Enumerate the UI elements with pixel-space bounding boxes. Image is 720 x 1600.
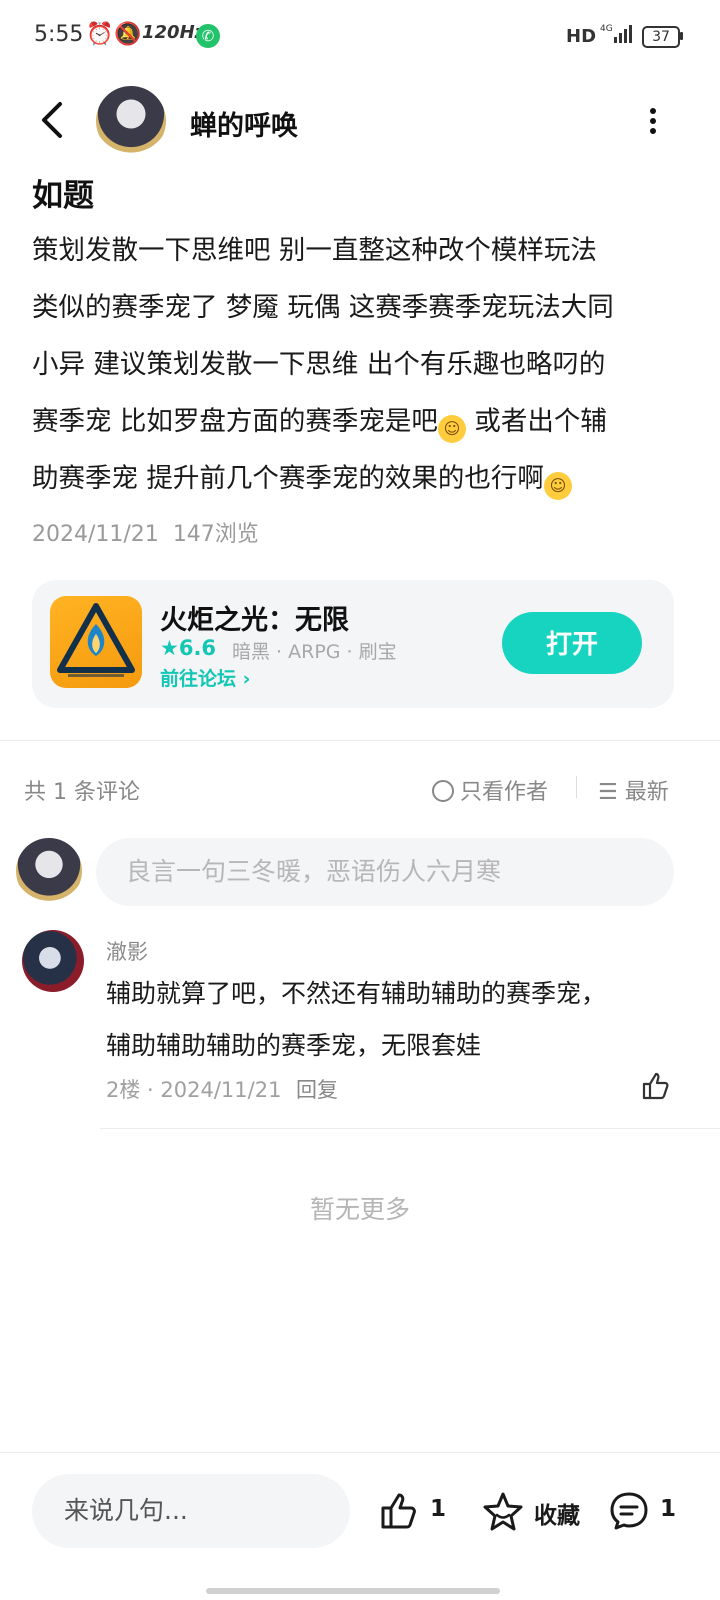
battery-level: 37 [642, 26, 680, 48]
post-line-with-emoji: 助赛季宠 提升前几个赛季宠的效果的也行啊 ☺ [32, 450, 682, 507]
more-options-icon[interactable] [644, 104, 664, 138]
status-bar: 5:55 ⏰ 🔕 120Hz ✆ HD 4G 37 [0, 0, 720, 76]
no-more-text: 暂无更多 [309, 1195, 410, 1224]
status-time: 5:55 [34, 22, 84, 47]
post-views: 147浏览 [172, 522, 259, 547]
sort-button[interactable]: ☰ 最新 [598, 774, 669, 806]
comment-text: 辅助就算了吧，不然还有辅助辅助的赛季宠， 辅助辅助辅助的赛季宠，无限套娃 [106, 979, 607, 1060]
post-title: 如题 [32, 178, 94, 214]
author-only-toggle[interactable]: 只看作者 [432, 774, 548, 806]
alarm-icon: ⏰ [86, 22, 114, 47]
comment-divider [100, 1128, 720, 1129]
comment-count: 共 1 条评论 [24, 780, 140, 805]
commenter-name[interactable]: 澈影 [106, 936, 148, 966]
post-line: 策划发散一下思维吧 别一直整这种改个模样玩法 [32, 235, 597, 266]
smile-emoji-icon: ☺ [543, 472, 572, 500]
back-icon[interactable] [36, 100, 72, 140]
favorite-label[interactable]: 收藏 [534, 1496, 580, 1530]
author-name[interactable]: 蝉的呼唤 [190, 104, 298, 143]
game-name[interactable]: 火炬之光：无限 [160, 598, 349, 637]
post-meta: 2024/11/21 147浏览 [32, 516, 259, 548]
star-favorite-icon[interactable] [482, 1490, 524, 1532]
post-date: 2024/11/21 [32, 522, 159, 547]
signal-icon: 4G [600, 24, 632, 43]
divider [576, 776, 577, 798]
game-tags: 暗黑 · ARPG · 刷宝 [232, 641, 397, 663]
sort-icon: ☰ [598, 780, 618, 805]
user-avatar [16, 838, 82, 904]
network-type: HD [566, 26, 597, 47]
forum-link[interactable]: 前往论坛 › [160, 664, 250, 691]
star-icon: ★ [160, 636, 179, 660]
commenter-avatar[interactable] [22, 930, 84, 992]
post-body: 策划发散一下思维吧 别一直整这种改个模样玩法 类似的赛季宠了 梦魇 玩偶 这赛季… [32, 222, 682, 507]
phone-icon: ✆ [196, 24, 220, 48]
bottom-comment-input[interactable]: 来说几句... [32, 1474, 350, 1548]
comment-count-bottom: 1 [660, 1496, 677, 1522]
mute-icon: 🔕 [114, 22, 142, 47]
home-indicator[interactable] [206, 1588, 500, 1594]
like-icon[interactable] [378, 1490, 420, 1532]
comment-icon[interactable] [608, 1490, 650, 1532]
thumbs-up-icon[interactable] [640, 1070, 672, 1102]
author-avatar[interactable] [96, 86, 166, 156]
comment-meta: 2楼 · 2024/11/21 [106, 1078, 282, 1102]
radio-icon [432, 780, 454, 802]
battery-icon [680, 32, 683, 40]
like-count: 1 [430, 1496, 447, 1522]
reply-button[interactable]: 回复 [296, 1074, 338, 1104]
comment-input[interactable]: 良言一句三冬暖，恶语伤人六月寒 [96, 838, 674, 906]
bottom-divider [0, 1452, 720, 1453]
chevron-right-icon: › [242, 668, 251, 690]
post-line: 小异 建议策划发散一下思维 出个有乐趣也略叼的 [32, 349, 606, 380]
svg-text:4G: 4G [600, 24, 613, 34]
open-game-button[interactable]: 打开 [502, 612, 642, 674]
game-icon[interactable] [50, 596, 142, 688]
section-divider [0, 740, 720, 741]
smile-emoji-icon: ☺ [437, 415, 466, 443]
post-line: 类似的赛季宠了 梦魇 玩偶 这赛季赛季宠玩法大同 [32, 292, 614, 323]
game-rating: ★6.6 [160, 636, 217, 660]
game-logo-icon [57, 603, 135, 677]
post-line-with-emoji: 赛季宠 比如罗盘方面的赛季宠是吧 ☺ 或者出个辅 [32, 393, 682, 450]
